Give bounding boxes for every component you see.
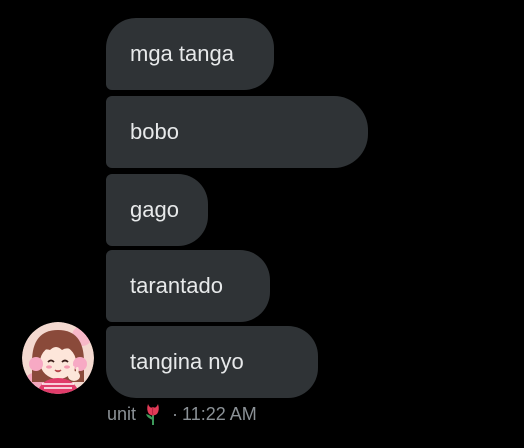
sender-name[interactable]: unit [107,404,136,425]
message-thread: mga tanga bobo gago tarantado tangina ny… [0,0,524,448]
message-bubble[interactable]: tarantado [106,250,270,322]
message-text: mga tanga [130,41,234,66]
message-bubble[interactable]: bobo [106,96,368,168]
avatar[interactable] [22,322,94,394]
message-text: tangina nyo [130,349,244,374]
message-meta: unit · 11:22 AM [107,400,257,428]
meta-separator: · [172,403,179,424]
message-bubble[interactable]: mga tanga [106,18,274,90]
message-timestamp: 11:22 AM [182,403,257,424]
message-text: tarantado [130,273,223,298]
message-text: bobo [130,119,179,144]
message-bubble[interactable]: tangina nyo [106,326,318,398]
message-bubble[interactable]: gago [106,174,208,246]
anime-girl-avatar-icon [22,322,94,394]
tulip-icon [142,402,164,426]
message-text: gago [130,197,179,222]
